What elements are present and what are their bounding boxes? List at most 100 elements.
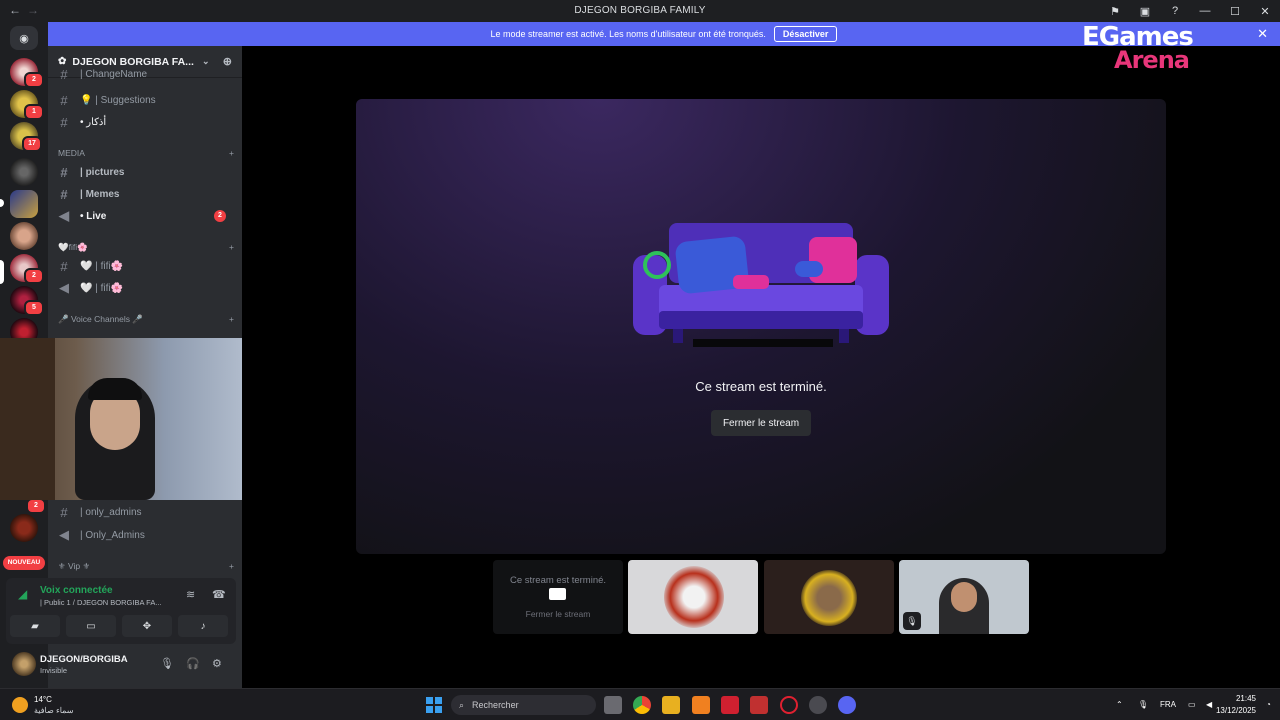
- avatar: [801, 570, 857, 626]
- headphones-icon[interactable]: 🎧: [186, 657, 200, 670]
- hash-icon: #: [60, 504, 68, 520]
- server-badge: 2: [26, 498, 46, 514]
- close-icon[interactable]: ✕: [1250, 5, 1280, 18]
- disable-streamer-mode-button[interactable]: Désactiver: [773, 26, 838, 42]
- weather-temperature[interactable]: 14°C: [34, 695, 52, 704]
- announcement-icon: ◀: [59, 208, 69, 223]
- server-badge: 1: [24, 104, 44, 120]
- plus-icon[interactable]: +: [229, 314, 234, 325]
- banner-close-icon[interactable]: ✕: [1257, 26, 1268, 42]
- clock-time[interactable]: 21:45: [1236, 694, 1256, 703]
- file-explorer-icon[interactable]: [662, 696, 680, 714]
- server-badge: 5: [24, 300, 44, 316]
- channel-live[interactable]: ◀ • Live 2: [56, 206, 234, 226]
- channel-only-admins-text[interactable]: # | only_admins: [56, 502, 234, 522]
- disconnect-icon[interactable]: ☎: [212, 588, 226, 601]
- speaker-icon: ◀: [59, 527, 69, 542]
- channel-fifi-voice[interactable]: ◀ 🤍 | fifi🌸: [56, 278, 234, 298]
- unread-indicator: [0, 199, 4, 207]
- weather-icon[interactable]: [12, 697, 28, 713]
- camera-off-button[interactable]: ▰: [10, 615, 60, 637]
- notification-bell-icon[interactable]: ◔: [1266, 700, 1271, 709]
- app-icon[interactable]: [809, 696, 827, 714]
- channel-pictures[interactable]: # | pictures: [56, 162, 234, 182]
- channel-label: 🤍 | fifi🌸: [80, 260, 124, 272]
- signal-icon[interactable]: ◢: [18, 587, 27, 601]
- channel-label: | Memes: [80, 188, 120, 200]
- server-name: DJEGON BORGIBA FA...: [72, 55, 194, 68]
- stream-ended-message: Ce stream est terminé.: [695, 379, 827, 394]
- discord-home-icon[interactable]: ◉: [10, 26, 38, 50]
- close-stream-button[interactable]: Fermer le stream: [711, 410, 811, 436]
- tray-mic-icon[interactable]: 🎙: [1138, 700, 1148, 709]
- channel-adkar[interactable]: # • أذكار: [56, 112, 234, 132]
- category-vip[interactable]: ⚜ Vip ⚜ +: [58, 561, 234, 572]
- participant-tile[interactable]: [628, 560, 758, 634]
- voice-status[interactable]: Voix connectée: [40, 585, 113, 596]
- category-fifi[interactable]: 🤍fifi🌸 +: [58, 242, 234, 253]
- app-icon[interactable]: [692, 696, 710, 714]
- avatar: [664, 566, 724, 628]
- screen-share-button[interactable]: ▭: [66, 615, 116, 637]
- channel-label: | only_admins: [80, 506, 142, 518]
- channel-only-admins-voice[interactable]: ◀ | Only_Admins: [56, 525, 234, 545]
- inbox-flag-icon[interactable]: ⚑: [1100, 5, 1130, 18]
- participant-tile-stream[interactable]: Ce stream est terminé. Fermer le stream: [493, 560, 623, 634]
- category-voice-channels[interactable]: 🎤 Voice Channels 🎤 +: [58, 314, 234, 325]
- server-badge: 2: [24, 72, 44, 88]
- avatar-face: [951, 582, 977, 612]
- channel-memes[interactable]: # | Memes: [56, 184, 234, 204]
- noise-suppression-icon[interactable]: ≋: [186, 588, 195, 601]
- speaker-icon: ◀: [59, 280, 69, 295]
- plus-icon[interactable]: +: [229, 148, 234, 158]
- channel-changename[interactable]: # | ChangeName: [56, 68, 234, 80]
- start-menu-icon[interactable]: [426, 697, 442, 713]
- app-icon[interactable]: [750, 696, 768, 714]
- screen-icon[interactable]: ▣: [1130, 5, 1160, 18]
- server-icon[interactable]: [10, 514, 38, 542]
- participant-tile[interactable]: 🎙: [899, 560, 1029, 634]
- task-view-icon[interactable]: [604, 696, 622, 714]
- channel-suggestions[interactable]: # 💡 | Suggestions: [56, 90, 234, 110]
- network-icon[interactable]: ▭: [1188, 700, 1196, 709]
- channel-fifi-text[interactable]: # 🤍 | fifi🌸: [56, 256, 234, 276]
- category-label: 🤍fifi🌸: [58, 242, 88, 252]
- server-icon[interactable]: [10, 222, 38, 250]
- clock-date[interactable]: 13/12/2025: [1216, 706, 1256, 715]
- gear-icon[interactable]: ⚙: [212, 657, 222, 670]
- voice-channel-path[interactable]: | Public 1 / DJEGON BORGIBA FA...: [40, 598, 162, 607]
- help-icon[interactable]: ?: [1160, 5, 1190, 17]
- user-name[interactable]: DJEGON/BORGIBA: [40, 654, 128, 665]
- tile-close-stream-button[interactable]: Fermer le stream: [493, 609, 623, 619]
- opera-gx-icon[interactable]: [780, 696, 798, 714]
- server-icon[interactable]: [10, 158, 38, 186]
- main-stage-area: Ce stream est terminé. Fermer le stream …: [242, 46, 1280, 688]
- tray-overflow-icon[interactable]: ⌃: [1116, 700, 1123, 709]
- volume-icon[interactable]: ◀: [1206, 700, 1212, 709]
- hash-icon: #: [60, 258, 68, 274]
- participant-tile[interactable]: [764, 560, 894, 634]
- plus-icon[interactable]: +: [229, 242, 234, 253]
- weather-description[interactable]: سماء صافية: [34, 706, 74, 715]
- category-label: 🎤 Voice Channels 🎤: [58, 314, 143, 324]
- server-icon[interactable]: [10, 190, 38, 218]
- taskbar-search[interactable]: ⌕ Rechercher: [451, 695, 596, 715]
- invite-user-icon[interactable]: ⊕: [223, 55, 232, 68]
- app-icon[interactable]: [721, 696, 739, 714]
- avatar[interactable]: [12, 652, 36, 676]
- category-media[interactable]: MEDIA +: [58, 148, 234, 158]
- discord-taskbar-icon[interactable]: [838, 696, 856, 714]
- server-badge: 17: [22, 136, 42, 152]
- mention-badge: 2: [214, 210, 226, 222]
- maximize-icon[interactable]: ☐: [1220, 5, 1250, 18]
- couch-illustration: [633, 223, 889, 347]
- channel-label: | ChangeName: [80, 68, 148, 80]
- channel-label: • Live: [80, 210, 107, 222]
- activities-button[interactable]: ✥: [122, 615, 172, 637]
- soundboard-button[interactable]: ♪: [178, 615, 228, 637]
- input-language[interactable]: FRA: [1160, 700, 1176, 709]
- minimize-icon[interactable]: —: [1190, 5, 1220, 17]
- chrome-icon[interactable]: [633, 696, 651, 714]
- microphone-icon[interactable]: 🎙: [160, 657, 174, 670]
- plus-icon[interactable]: +: [229, 561, 234, 572]
